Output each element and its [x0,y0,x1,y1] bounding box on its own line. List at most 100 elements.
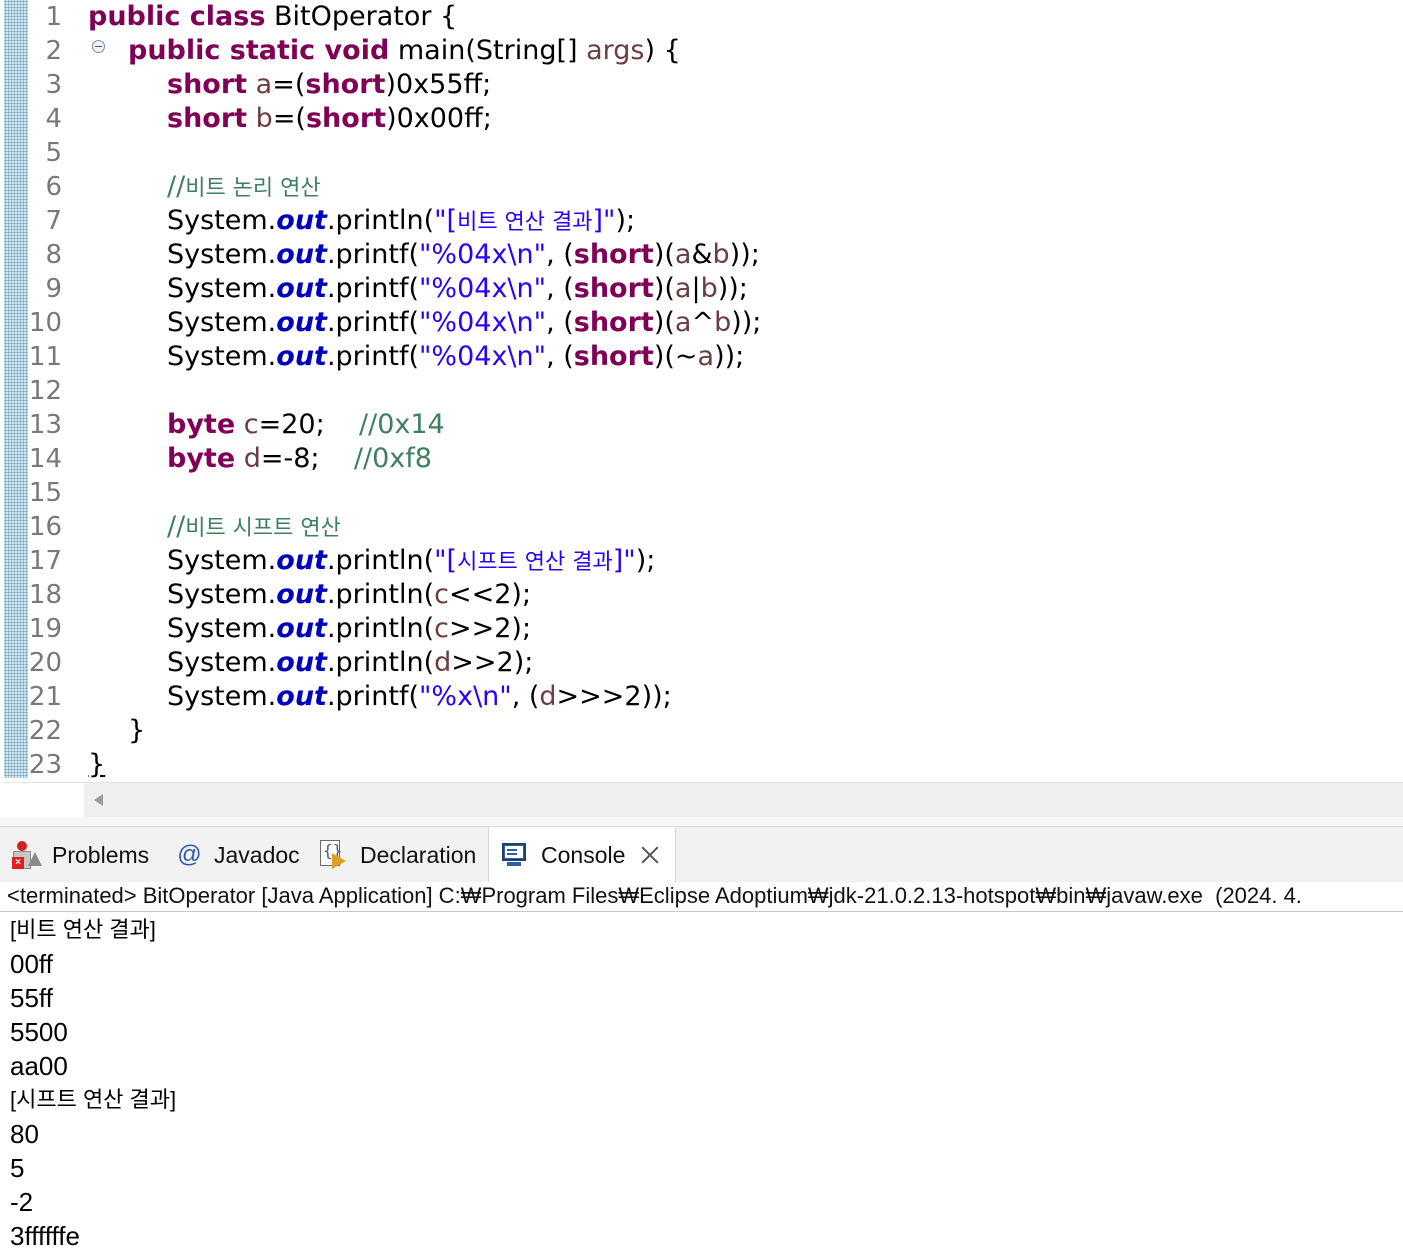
console-output-line: 00ff [10,949,53,979]
line-number: 12 [28,376,62,406]
code-line: System.out.printf("%04x\n", (short)(a^b)… [167,306,761,340]
string-literal: 비트 연산 결과 [457,210,593,235]
code-text: .printf( [326,273,420,304]
tab-label: Problems [52,841,150,868]
tab-declaration[interactable]: {} Declaration [318,827,476,883]
code-line: System.out.printf("%04x\n", (short)(a&b)… [167,238,760,272]
field: out [276,545,327,576]
code-text: .printf( [326,307,420,338]
tab-label: Console [541,841,626,868]
console-output-line: -2 [10,1187,34,1217]
line-number: 17 [28,546,62,576]
comment: 비트 시프트 연산 [185,516,341,541]
code-line: System.out.println(d>>2); [167,646,533,680]
string-literal: "[ [434,205,458,236]
scroll-left-arrow-icon[interactable] [94,794,103,806]
code-line: //비트 시프트 연산 [167,510,341,544]
string-literal: 시프트 연산 결과 [457,550,613,575]
code-line: System.out.println(c<<2); [167,578,531,612]
tab-javadoc[interactable]: @ Javadoc [176,827,300,883]
code-text: =( [272,103,306,134]
code-line: } [128,714,145,748]
variable: a [674,273,692,304]
code-text: ); [635,545,656,576]
code-text: System. [167,239,277,270]
field: out [276,205,327,236]
code-text: | [691,273,701,304]
variable: a [697,341,715,372]
variable: d [243,443,261,474]
line-number: 2 [45,36,62,66]
code-text: BitOperator { [265,1,458,32]
variable: args [586,35,645,66]
code-editor[interactable]: 1 2 3 4 5 6 7 8 9 10 11 12 13 14 15 16 1… [0,0,1403,782]
code-text: .printf( [326,681,420,712]
keyword: short [167,69,248,100]
keyword: public static void [128,35,390,66]
comment: //0xf8 [353,443,432,474]
line-number: 9 [45,274,62,304]
field: out [276,681,327,712]
line-number-ruler: 1 2 3 4 5 6 7 8 9 10 11 12 13 14 15 16 1… [28,0,105,782]
code-text: } [88,749,106,780]
console-output-line: 5500 [10,1017,68,1047]
comment: // [167,511,186,542]
code-text: System. [167,341,277,372]
tab-console[interactable]: Console [488,827,677,883]
keyword: short [573,273,654,304]
code-line: System.out.printf("%x\n", (d>>>2)); [167,680,672,714]
code-text: )); [714,341,745,372]
field: out [276,579,327,610]
code-text: System. [167,307,277,338]
code-text-area[interactable]: public class BitOperator { public static… [88,0,1403,782]
code-text: , ( [511,681,540,712]
change-ruler [4,0,28,778]
code-text: & [691,239,713,270]
bottom-panel-tabbar: × Problems @ Javadoc {} Declaration Cons… [0,826,1403,884]
line-number: 18 [28,580,62,610]
variable: d [539,681,557,712]
code-text: .println( [326,205,435,236]
keyword: short [573,341,654,372]
string-literal: "%x\n" [419,681,512,712]
line-number: 6 [45,172,62,202]
variable: b [712,239,730,270]
console-output-line: [시프트 연산 결과] [10,1087,177,1112]
keyword: short [167,103,248,134]
scrollbar-gutter [4,783,84,817]
variable: b [700,273,718,304]
keyword: public class [88,1,266,32]
console-status-line: <terminated> BitOperator [Java Applicati… [0,882,1403,912]
variable: c [243,409,259,440]
tab-problems[interactable]: × Problems [10,827,149,883]
code-line: System.out.println("[비트 연산 결과]"); [167,204,635,238]
code-text: =( [272,69,306,100]
code-text: .printf( [326,341,420,372]
code-text: =-8; [260,443,320,474]
code-text: )0x00ff; [386,103,492,134]
field: out [276,307,327,338]
field: out [276,239,327,270]
code-text: System. [167,273,277,304]
console-output-line: aa00 [10,1051,68,1081]
console-output-line: [비트 연산 결과] [10,917,156,942]
code-text: .println( [326,647,435,678]
console-output-line: 80 [10,1119,39,1149]
keyword: short [305,69,386,100]
code-text: ); [615,205,636,236]
console-output[interactable]: [비트 연산 결과] 00ff 55ff 5500 aa00 [시프트 연산 결… [0,913,1403,1259]
comment: //0x14 [359,409,445,440]
code-text: ) { [644,35,681,66]
code-text: )); [717,273,748,304]
code-line: short a=(short)0x55ff; [167,68,491,102]
horizontal-scrollbar[interactable] [4,782,1403,818]
line-number: 16 [28,512,62,542]
close-icon[interactable] [639,844,661,866]
code-line: byte c=20; //0x14 [167,408,445,442]
code-text: )( [653,307,675,338]
code-text: , ( [546,273,574,304]
code-text: .println( [326,579,435,610]
string-literal: "%04x\n" [419,239,547,270]
line-number: 20 [28,648,62,678]
code-text: System. [167,205,277,236]
